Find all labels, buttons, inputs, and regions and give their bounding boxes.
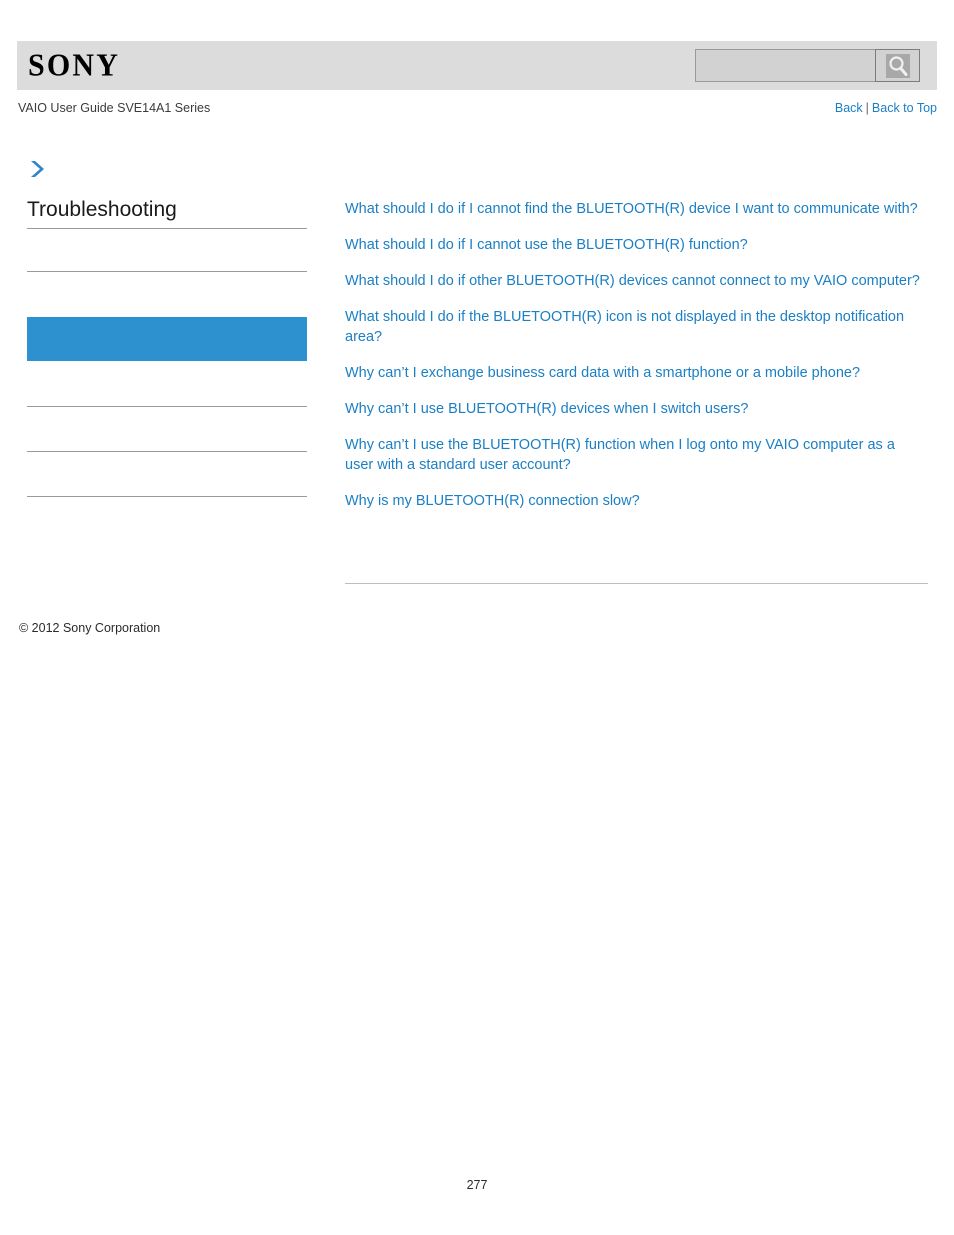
faq-link[interactable]: What should I do if other BLUETOOTH(R) d… xyxy=(345,271,925,291)
search-input[interactable] xyxy=(695,49,875,82)
back-link[interactable]: Back xyxy=(835,101,863,115)
search-button[interactable] xyxy=(875,49,920,82)
chevron-right-icon[interactable] xyxy=(27,158,49,180)
faq-link-list: What should I do if I cannot find the BL… xyxy=(345,199,929,527)
search-icon xyxy=(885,53,911,79)
page-title: Troubleshooting xyxy=(27,198,177,221)
sidebar: Troubleshooting xyxy=(27,158,307,498)
sidebar-divider xyxy=(27,496,307,498)
nav-separator: | xyxy=(865,101,869,115)
faq-link[interactable]: Why can’t I use the BLUETOOTH(R) functio… xyxy=(345,435,925,475)
content-bottom-divider xyxy=(345,583,928,584)
copyright-text: © 2012 Sony Corporation xyxy=(19,621,161,635)
page-number: 277 xyxy=(466,1178,488,1192)
faq-link[interactable]: Why is my BLUETOOTH(R) connection slow? xyxy=(345,491,925,511)
faq-link[interactable]: Why can’t I use BLUETOOTH(R) devices whe… xyxy=(345,399,925,419)
faq-link[interactable]: Why can’t I exchange business card data … xyxy=(345,363,925,383)
guide-title: VAIO User Guide SVE14A1 Series xyxy=(18,101,211,115)
sidebar-item-selected[interactable] xyxy=(27,317,307,362)
back-to-top-link[interactable]: Back to Top xyxy=(872,101,937,115)
sidebar-item-3[interactable] xyxy=(27,407,307,451)
faq-link[interactable]: What should I do if the BLUETOOTH(R) ico… xyxy=(345,307,925,347)
faq-link[interactable]: What should I do if I cannot find the BL… xyxy=(345,199,925,219)
header-band: SONY xyxy=(17,41,937,90)
header-nav-links: Back | Back to Top xyxy=(835,101,937,115)
search-area xyxy=(695,49,920,82)
sidebar-item-0[interactable] xyxy=(27,229,307,271)
sidebar-item-4[interactable] xyxy=(27,452,307,496)
faq-link[interactable]: What should I do if I cannot use the BLU… xyxy=(345,235,925,255)
sony-logo: SONY xyxy=(28,47,121,83)
subtitle-row: VAIO User Guide SVE14A1 Series Back | Back… xyxy=(18,101,937,115)
